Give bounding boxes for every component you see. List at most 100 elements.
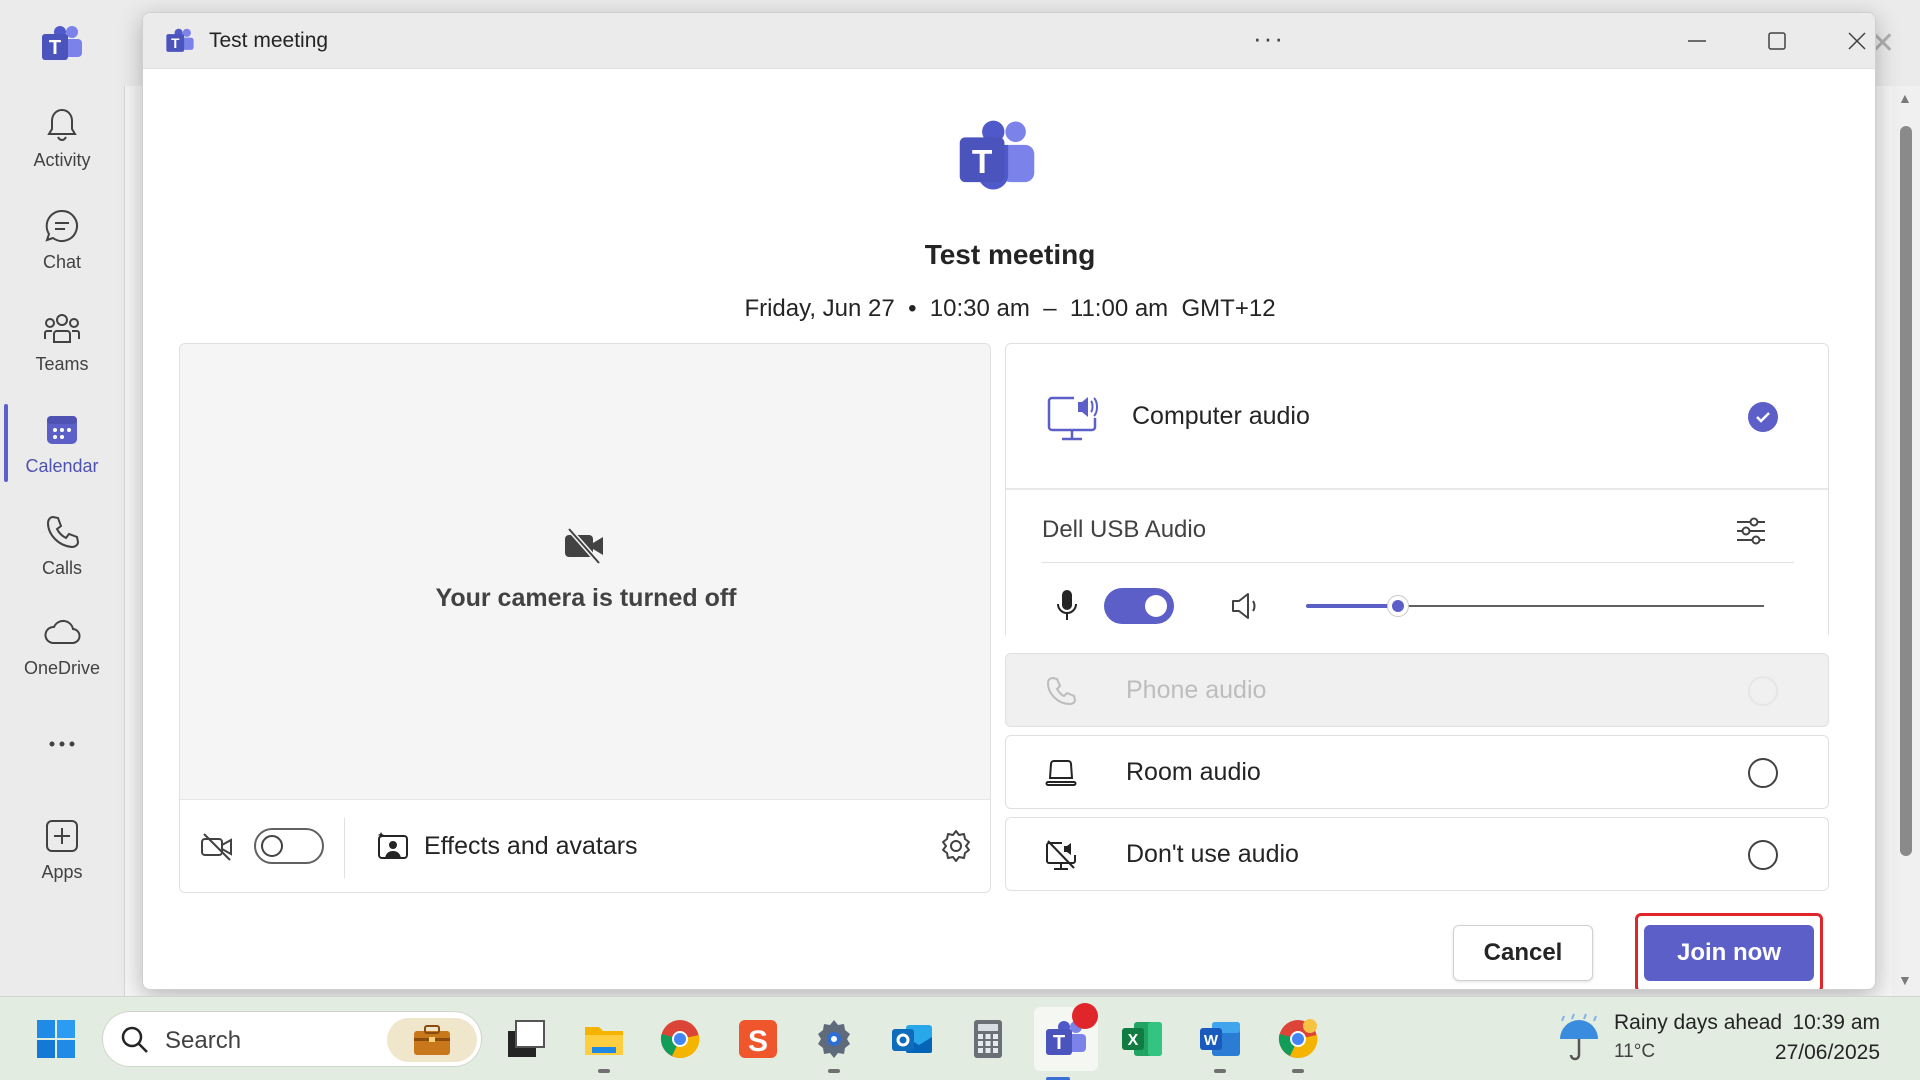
divider xyxy=(344,818,345,878)
taskbar-app-settings[interactable] xyxy=(810,1015,858,1073)
join-now-button[interactable]: Join now xyxy=(1644,925,1814,981)
taskbar-search[interactable]: Search xyxy=(102,1011,482,1067)
device-settings: Dell USB Audio xyxy=(1006,490,1828,640)
gear-icon[interactable] xyxy=(938,828,974,864)
taskbar-app-excel[interactable]: X xyxy=(1118,1015,1166,1063)
divider xyxy=(1042,562,1794,563)
room-audio-icon xyxy=(1045,760,1077,786)
umbrella-rain-icon[interactable] xyxy=(1556,1013,1602,1063)
maximize-button[interactable] xyxy=(1747,21,1807,61)
cloud-icon xyxy=(44,619,81,644)
clock-time[interactable]: 10:39 am xyxy=(1792,1011,1880,1035)
taskbar-app-calculator[interactable] xyxy=(964,1015,1012,1063)
computer-audio-card: Computer audio Dell USB Audio xyxy=(1005,343,1829,640)
taskbar-app-chrome-profile[interactable] xyxy=(1274,1015,1322,1073)
rail-item-apps[interactable]: Apps xyxy=(0,804,124,894)
start-button[interactable] xyxy=(32,1015,80,1063)
volume-fill xyxy=(1306,604,1398,608)
rail-item-calendar[interactable]: Calendar xyxy=(0,398,124,488)
background-scrollbar[interactable]: ▲ ▼ xyxy=(1892,86,1920,996)
taskbar-app-outlook[interactable] xyxy=(888,1015,936,1063)
more-options-button[interactable]: ··· xyxy=(1253,23,1285,54)
scroll-down-icon[interactable]: ▼ xyxy=(1898,972,1912,988)
svg-text:S: S xyxy=(748,1025,768,1058)
no-audio-option[interactable]: Don't use audio xyxy=(1005,817,1829,891)
clock-date[interactable]: 27/06/2025 xyxy=(1775,1041,1880,1065)
running-indicator xyxy=(1214,1069,1226,1073)
bell-icon xyxy=(47,108,77,141)
add-app-icon xyxy=(46,819,78,852)
video-controls: Effects and avatars xyxy=(180,799,990,892)
rail-item-more[interactable] xyxy=(0,702,124,792)
rail-item-teams[interactable]: Teams xyxy=(0,296,124,386)
search-placeholder: Search xyxy=(165,1027,242,1054)
computer-audio-selected[interactable] xyxy=(1748,402,1778,432)
room-audio-label: Room audio xyxy=(1126,758,1261,786)
close-icon xyxy=(1848,32,1866,50)
chrome-icon xyxy=(660,1020,700,1058)
taskbar-app-word[interactable]: W xyxy=(1196,1015,1244,1073)
room-audio-option[interactable]: Room audio xyxy=(1005,735,1829,809)
more-icon xyxy=(49,741,75,747)
join-highlight: Join now xyxy=(1635,913,1823,989)
computer-audio-option[interactable]: Computer audio xyxy=(1006,344,1828,490)
volume-slider[interactable] xyxy=(1306,595,1764,617)
phone-icon xyxy=(46,515,80,548)
scroll-thumb[interactable] xyxy=(1900,126,1912,856)
microphone-toggle[interactable] xyxy=(1104,588,1174,624)
svg-text:T: T xyxy=(972,144,993,181)
rail-item-chat[interactable]: Chat xyxy=(0,194,124,284)
rail-label-teams: Teams xyxy=(35,353,89,374)
task-view-icon xyxy=(508,1020,545,1057)
rail-label-activity: Activity xyxy=(33,149,91,170)
notification-badge xyxy=(1072,1003,1098,1029)
minimize-icon xyxy=(1688,40,1706,42)
effects-avatars-button[interactable]: Effects and avatars xyxy=(424,832,638,861)
meeting-time: Friday, Jun 27 • 10:30 am – 11:00 am GMT… xyxy=(744,295,1276,322)
phone-audio-radio xyxy=(1748,676,1778,706)
camera-off-text: Your camera is turned off xyxy=(435,584,737,612)
toggle-knob xyxy=(261,835,283,857)
speaker-icon xyxy=(1232,593,1256,619)
teams-logo-icon: T xyxy=(166,28,194,52)
camera-toggle[interactable] xyxy=(254,828,324,864)
no-audio-icon xyxy=(1046,840,1076,870)
rail-label-calls: Calls xyxy=(41,557,82,578)
taskbar-app-sogou[interactable]: S xyxy=(734,1015,782,1063)
app-rail: T Activity Chat Teams Calendar Calls One… xyxy=(0,0,124,996)
weather-summary[interactable]: Rainy days ahead xyxy=(1614,1011,1782,1035)
weather-temperature: 11°C xyxy=(1614,1041,1656,1062)
search-icon xyxy=(121,1026,148,1053)
phone-audio-label: Phone audio xyxy=(1126,676,1267,704)
teams-logo-icon: T xyxy=(42,26,82,60)
taskbar: Search S T X W Rainy days ahead 11°C 10:… xyxy=(0,996,1920,1080)
svg-text:T: T xyxy=(171,36,180,51)
volume-thumb[interactable] xyxy=(1386,595,1409,617)
taskbar-app-explorer[interactable] xyxy=(580,1015,628,1073)
svg-text:X: X xyxy=(1128,1032,1139,1049)
device-settings-icon[interactable] xyxy=(1734,514,1768,548)
taskbar-app-taskview[interactable] xyxy=(502,1015,550,1063)
scroll-up-icon[interactable]: ▲ xyxy=(1898,90,1912,106)
no-audio-radio[interactable] xyxy=(1748,840,1778,870)
close-button[interactable] xyxy=(1827,21,1875,61)
phone-icon xyxy=(1046,676,1077,706)
settings-icon xyxy=(818,1020,850,1058)
rail-item-onedrive[interactable]: OneDrive xyxy=(0,600,124,690)
minimize-button[interactable] xyxy=(1667,21,1727,61)
sogou-icon: S xyxy=(739,1020,777,1058)
rail-item-calls[interactable]: Calls xyxy=(0,500,124,590)
calendar-icon xyxy=(47,415,77,444)
running-indicator xyxy=(1292,1069,1304,1073)
checkmark-icon xyxy=(1756,412,1770,423)
outlook-icon xyxy=(892,1025,932,1053)
rail-label-calendar: Calendar xyxy=(25,455,99,476)
taskbar-app-chrome[interactable] xyxy=(656,1015,704,1063)
chat-icon xyxy=(45,209,78,242)
toggle-knob xyxy=(1145,595,1167,617)
cancel-button[interactable]: Cancel xyxy=(1453,925,1593,981)
rail-item-activity[interactable]: Activity xyxy=(0,92,124,182)
room-audio-radio[interactable] xyxy=(1748,758,1778,788)
taskbar-app-teams[interactable]: T xyxy=(1034,1003,1098,1080)
teams-people-icon xyxy=(44,313,80,343)
